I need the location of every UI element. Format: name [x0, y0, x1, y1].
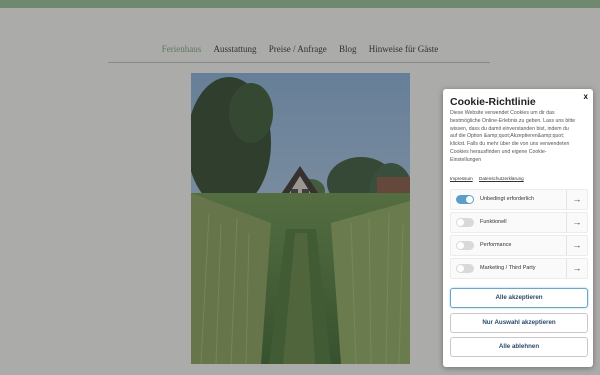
toggle-knob — [457, 219, 464, 226]
toggle-row-marketing[interactable]: Marketing / Third Party → — [450, 258, 588, 279]
arrow-right-icon[interactable]: → — [566, 259, 587, 278]
accept-all-button[interactable]: Alle akzeptieren — [450, 288, 588, 308]
arrow-right-icon[interactable]: → — [566, 213, 587, 232]
arrow-right-icon[interactable]: → — [566, 190, 587, 209]
reject-all-button[interactable]: Alle ablehnen — [450, 337, 588, 357]
toggle-row-functional[interactable]: Funktionell → — [450, 212, 588, 233]
accept-selection-button[interactable]: Nur Auswahl akzeptieren — [450, 313, 588, 333]
cookie-description: Diese Website verwendet Cookies um dir d… — [450, 110, 576, 163]
close-icon[interactable]: x — [584, 92, 588, 101]
toggle-switch[interactable] — [456, 264, 474, 273]
toggle-knob — [457, 265, 464, 272]
cookie-title: Cookie-Richtlinie — [450, 96, 536, 108]
toggle-row-performance[interactable]: Performance → — [450, 235, 588, 256]
toggle-label: Unbedingt erforderlich — [480, 196, 535, 202]
impressum-link[interactable]: Impressum — [450, 176, 473, 181]
toggle-knob — [457, 242, 464, 249]
toggle-label: Performance — [480, 242, 512, 248]
toggle-row-necessary[interactable]: Unbedingt erforderlich → — [450, 189, 588, 210]
toggle-label: Funktionell — [480, 219, 507, 225]
toggle-switch[interactable] — [456, 195, 474, 204]
datenschutz-link[interactable]: Datenschutzerklärung — [479, 176, 524, 181]
toggle-switch[interactable] — [456, 218, 474, 227]
cookie-dialog: x Cookie-Richtlinie Diese Website verwen… — [443, 89, 593, 367]
toggle-switch[interactable] — [456, 241, 474, 250]
toggle-label: Marketing / Third Party — [480, 265, 536, 271]
arrow-right-icon[interactable]: → — [566, 236, 587, 255]
toggle-knob — [466, 196, 473, 203]
cookie-links: Impressum Datenschutzerklärung — [450, 176, 529, 181]
